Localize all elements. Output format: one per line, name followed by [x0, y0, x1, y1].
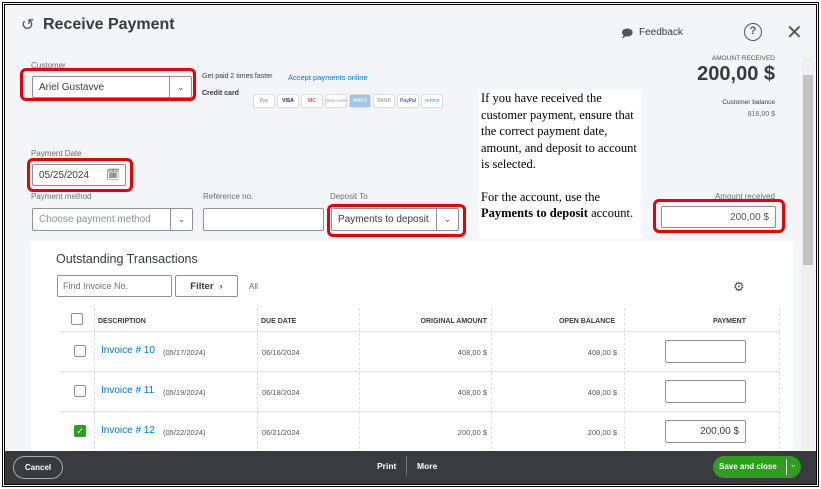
invoice-date: (05/19/2024) [163, 388, 206, 397]
reference-input[interactable] [203, 208, 324, 231]
invoice-date: (05/17/2024) [163, 348, 206, 357]
footer-bar: Cancel Print More Save and close ⌄ [5, 451, 816, 484]
find-invoice-input[interactable] [57, 275, 172, 297]
help-icon[interactable]: ? [744, 23, 762, 41]
select-all-checkbox[interactable] [71, 313, 83, 325]
apple-pay-icon: Pay [253, 94, 275, 108]
page-title: Receive Payment [43, 16, 175, 33]
amount-received-total: 200,00 $ [697, 63, 775, 85]
discover-icon: DISCOVER [325, 94, 347, 108]
amex-icon: AMEX [349, 94, 371, 108]
invoice-link[interactable]: Invoice # 12 [101, 425, 155, 436]
due-date: 06/16/2024 [262, 348, 300, 357]
mastercard-icon: MC [301, 94, 323, 108]
chevron-right-icon: › [219, 280, 223, 292]
print-button[interactable]: Print [377, 461, 396, 471]
note-paragraph-2: For the account, use the Payments to dep… [481, 189, 639, 222]
table-row: Invoice # 11 (05/19/2024) 06/18/2024 408… [60, 371, 780, 411]
instruction-note: If you have received the customer paymen… [479, 89, 641, 239]
card-logos: Pay VISA MC DISCOVER AMEX BANK PayPal venmo [253, 89, 445, 108]
chevron-down-icon[interactable]: ⌄ [170, 209, 192, 230]
note-paragraph-1: If you have received the customer paymen… [481, 91, 637, 171]
feedback-link[interactable]: Feedback [639, 27, 683, 38]
original-amount: 408,00 $ [457, 348, 487, 357]
scrollbar[interactable] [802, 57, 814, 452]
note-text: For the account, use the [481, 189, 601, 204]
highlight-amount-received [653, 199, 785, 233]
feedback-icon[interactable]: 🗩 [621, 25, 633, 44]
original-amount: 408,00 $ [457, 388, 487, 397]
save-and-close-label: Save and close [719, 462, 777, 471]
table-row: ✓ Invoice # 12 (05/22/2024) 06/21/2024 2… [60, 411, 780, 451]
accept-payments-link[interactable]: Accept payments online [288, 73, 368, 82]
invoice-link[interactable]: Invoice # 10 [101, 345, 155, 356]
row-checkbox[interactable]: ✓ [74, 425, 86, 437]
due-date: 06/21/2024 [262, 428, 300, 437]
close-icon[interactable]: ✕ [786, 20, 803, 45]
highlight-customer [20, 68, 196, 101]
payment-method-select[interactable]: Choose payment method ⌄ [32, 208, 193, 231]
payment-input[interactable]: 200,00 $ [665, 420, 746, 443]
customer-balance-value: 816,00 $ [747, 111, 775, 118]
save-and-close-button[interactable]: Save and close ⌄ [713, 456, 801, 478]
promo-text: Get paid 2 times faster [202, 73, 273, 80]
bank-icon: BANK [373, 94, 395, 108]
highlight-deposit-to [327, 204, 466, 237]
payment-input[interactable] [665, 380, 746, 403]
row-checkbox[interactable] [74, 385, 86, 397]
open-balance: 408,00 $ [587, 388, 617, 397]
history-icon[interactable]: ↺ [21, 15, 34, 35]
filter-button[interactable]: Filter › [175, 275, 238, 297]
note-bold: Payments to deposit [481, 206, 588, 220]
footer-divider [406, 456, 407, 476]
open-balance: 200,00 $ [587, 428, 617, 437]
invoice-date: (05/22/2024) [163, 428, 206, 437]
note-text: account. [587, 206, 634, 220]
credit-card-label: Credit card [202, 90, 239, 97]
original-amount: 200,00 $ [457, 428, 487, 437]
customer-balance-label: Customer balance [722, 99, 775, 106]
table-row: Invoice # 10 (05/17/2024) 06/16/2024 408… [60, 331, 780, 371]
payment-method-label: Payment method [31, 192, 92, 201]
payment-method-placeholder: Choose payment method [39, 214, 151, 225]
filter-label: Filter [190, 280, 214, 292]
venmo-icon: venmo [421, 94, 443, 108]
highlight-payment-date [27, 158, 133, 192]
open-balance: 408,00 $ [587, 348, 617, 357]
scrollbar-thumb[interactable] [803, 75, 813, 265]
paypal-icon: PayPal [397, 94, 419, 108]
button-divider [786, 459, 787, 475]
row-checkbox[interactable] [74, 345, 86, 357]
due-date: 06/18/2024 [262, 388, 300, 397]
reference-label: Reference no. [203, 192, 254, 201]
outstanding-title: Outstanding Transactions [56, 252, 198, 266]
cancel-button[interactable]: Cancel [13, 456, 63, 479]
receive-payment-window: ↺ Receive Payment 🗩 Feedback ? ✕ Custome… [2, 2, 819, 487]
invoice-link[interactable]: Invoice # 11 [101, 385, 154, 396]
more-button[interactable]: More [417, 461, 437, 471]
amount-received-summary-label: AMOUNT RECEIVED [711, 55, 775, 62]
visa-icon: VISA [277, 94, 299, 108]
payment-input[interactable] [665, 340, 746, 363]
chevron-down-icon[interactable]: ⌄ [790, 460, 797, 469]
payment-date-label: Payment Date [31, 149, 82, 158]
deposit-to-label: Deposit To [330, 192, 368, 201]
filter-value: All [249, 282, 258, 291]
gear-icon[interactable]: ⚙ [733, 279, 745, 295]
